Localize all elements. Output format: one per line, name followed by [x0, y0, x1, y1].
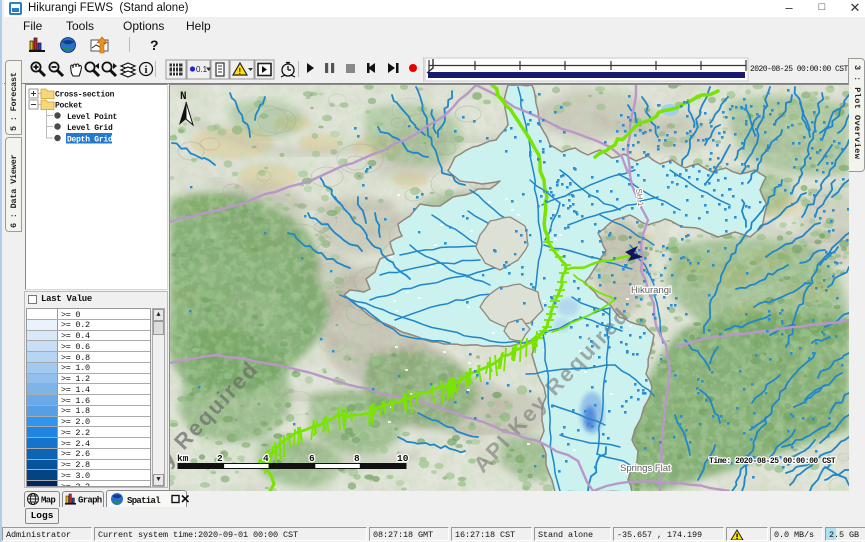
svg-text:Pocket: Pocket [55, 102, 83, 111]
svg-text:Hikurangi: Hikurangi [631, 285, 671, 296]
svg-text:?: ? [150, 37, 159, 53]
svg-text:8: 8 [354, 453, 360, 464]
svg-text:Graph: Graph [78, 496, 102, 506]
svg-text:6: 6 [309, 453, 315, 464]
svg-text:Time: 2020-08-25 00:00:00 CST: Time: 2020-08-25 00:00:00 CST [709, 457, 836, 466]
svg-text:i: i [145, 64, 148, 76]
svg-text:2: 2 [217, 453, 223, 464]
svg-text:0.1: 0.1 [196, 65, 208, 74]
svg-text:Map: Map [41, 496, 55, 506]
svg-text:10: 10 [397, 453, 409, 464]
svg-text:4: 4 [263, 453, 269, 464]
svg-text:!: ! [239, 67, 242, 76]
svg-text:km: km [177, 453, 189, 464]
svg-text:2020-08-25 00:00:00 CST: 2020-08-25 00:00:00 CST [750, 65, 848, 74]
svg-text:N: N [180, 91, 187, 103]
svg-text:Level Grid: Level Grid [67, 124, 113, 133]
svg-text:Springs Flat: Springs Flat [620, 463, 671, 474]
svg-text:Depth Grid: Depth Grid [67, 136, 113, 145]
svg-text:Cross-section: Cross-section [55, 91, 115, 100]
svg-text:Level Point: Level Point [67, 113, 118, 122]
svg-text:Spatial: Spatial [127, 496, 161, 506]
